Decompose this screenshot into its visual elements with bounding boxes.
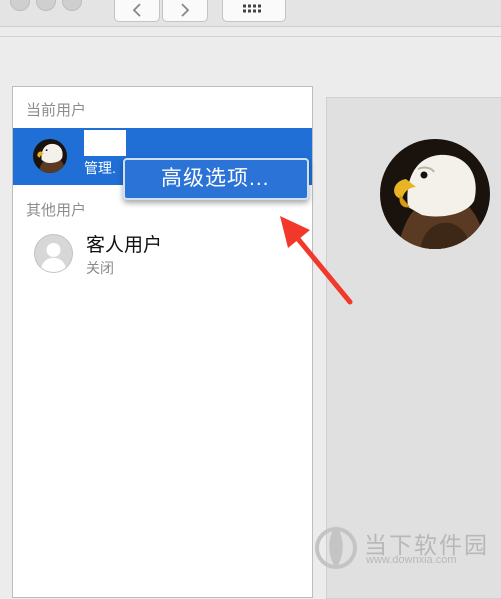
advanced-options-menu-item[interactable]: 高级选项... [125, 160, 307, 198]
generic-user-icon [34, 234, 73, 273]
current-user-role: 管理. [84, 160, 116, 176]
annotation-arrow-icon [280, 216, 353, 305]
context-menu: 高级选项... [123, 158, 309, 200]
show-all-button[interactable] [222, 0, 286, 22]
eagle-avatar-icon[interactable] [380, 139, 490, 249]
current-users-header: 当前用户 [26, 102, 87, 119]
grid-icon [243, 4, 261, 13]
forward-button[interactable] [162, 0, 208, 22]
forward-chevron-icon [181, 3, 190, 17]
guest-user-name: 客人用户 [86, 235, 163, 256]
back-chevron-icon [132, 3, 141, 17]
watermark-url: www.downxia.com [366, 554, 457, 566]
window-toolbar [0, 0, 501, 27]
user-name-field [84, 130, 126, 156]
watermark-logo-icon [315, 526, 357, 569]
minimize-window-button[interactable] [36, 0, 56, 11]
back-button[interactable] [114, 0, 160, 22]
eagle-avatar-icon [33, 139, 67, 173]
other-users-header: 其他用户 [26, 202, 87, 219]
zoom-window-button[interactable] [62, 0, 82, 11]
close-window-button[interactable] [10, 0, 30, 11]
guest-user-status: 关闭 [86, 260, 114, 276]
toolbar-divider [0, 36, 501, 37]
